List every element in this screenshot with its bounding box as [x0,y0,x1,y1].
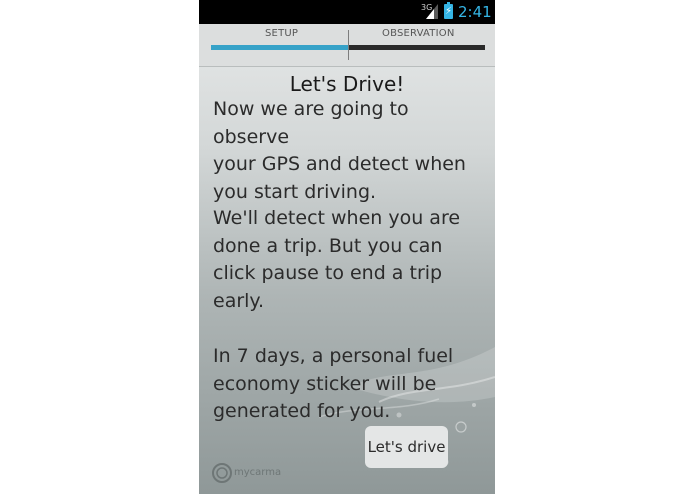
step-tabs: SETUP OBSERVATION [199,24,495,67]
intro-paragraph: Now we are going to observe your GPS and… [213,98,466,203]
app-screen: 3G ⚡ 2:41 SETUP OBSERVATION Let's Drive!… [199,0,495,494]
status-clock: 2:41 [458,3,492,21]
battery-icon: ⚡ [444,2,453,19]
charging-bolt-icon: ⚡ [444,6,453,17]
step-progress-remaining [349,45,485,50]
sticker-paragraph: In 7 days, a personal fuel economy stick… [213,345,454,422]
tab-setup[interactable]: SETUP [265,28,298,39]
page-title: Let's Drive! [289,72,405,96]
step-progress-complete [211,45,348,50]
tab-observation[interactable]: OBSERVATION [382,28,455,39]
lets-drive-button[interactable]: Let's drive [365,426,448,468]
mycarma-logo-icon [212,463,232,483]
status-bar: 3G ⚡ 2:41 [199,0,495,24]
trip-detection-paragraph: We'll detect when you are done a trip. B… [213,207,461,312]
brand-name: mycarma [234,467,282,478]
main-content: Let's Drive! Now we are going to observe… [199,67,495,494]
signal-icon [426,4,438,19]
